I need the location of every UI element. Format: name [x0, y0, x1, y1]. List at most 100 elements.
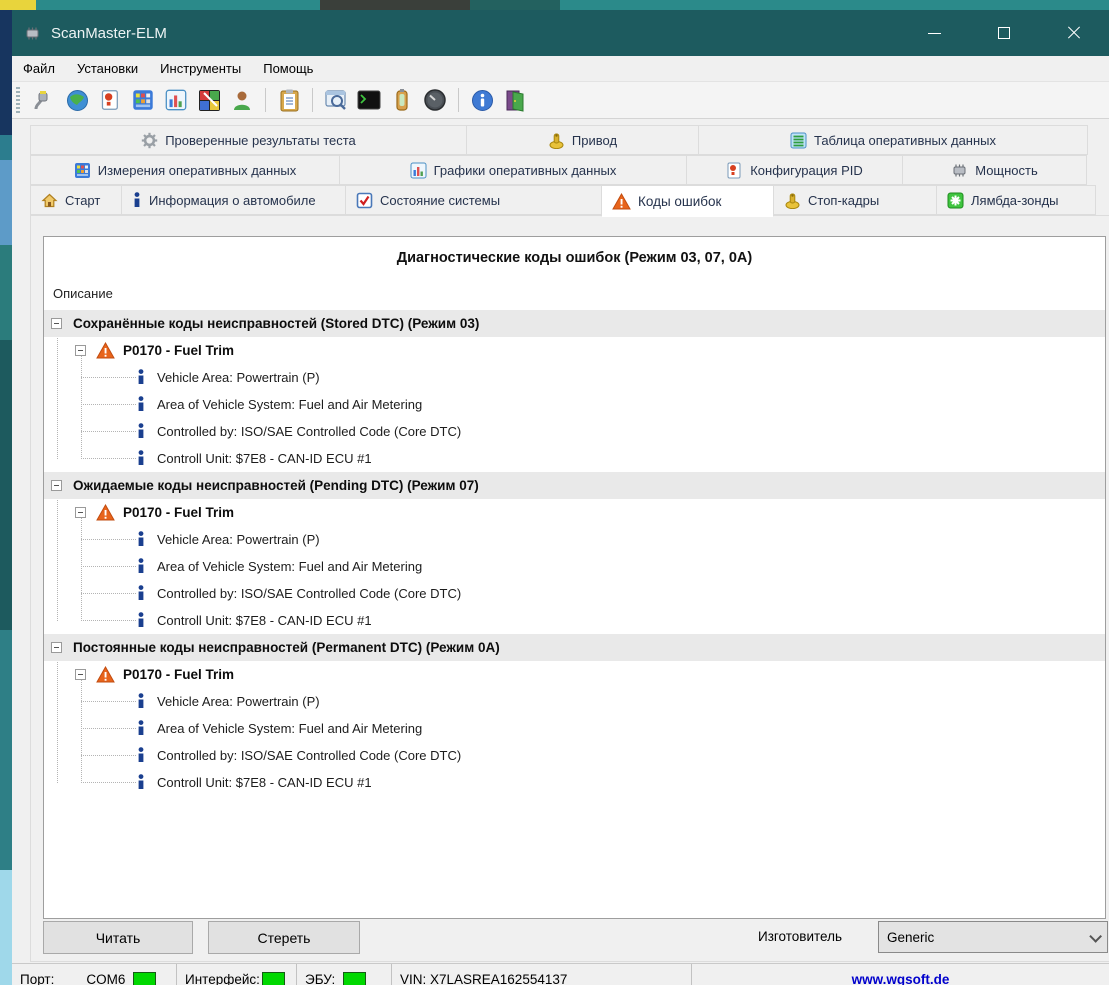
chevron-down-icon	[1089, 930, 1102, 943]
panel-title: Диагностические коды ошибок (Режим 03, 0…	[396, 250, 753, 266]
ecu-status-led	[343, 972, 367, 985]
ecu-label: ЭБУ:	[305, 971, 336, 985]
tab-start[interactable]: Старт	[30, 185, 122, 215]
menu-help[interactable]: Помощь	[252, 57, 324, 80]
toolbar-separator	[458, 88, 459, 112]
tab-live-data-measure[interactable]: Измерения оперативных данных	[30, 155, 340, 185]
tab-label: Таблица оперативных данных	[813, 132, 997, 148]
tab-label: Проверенные результаты теста	[165, 132, 356, 148]
tree-dtc-row[interactable]: P0170 - Fuel Trim	[44, 661, 1105, 688]
detail-label: Controll Unit: $7E8 - CAN-ID ECU #1	[157, 775, 372, 790]
tab-error-codes[interactable]: Коды ошибок	[601, 185, 774, 217]
tree-detail-row[interactable]: Area of Vehicle System: Fuel and Air Met…	[44, 553, 1105, 580]
connect-plug-icon[interactable]	[31, 87, 57, 113]
tree-section-header[interactable]: Постоянные коды неисправностей (Permanen…	[44, 634, 1105, 661]
clipboard-icon[interactable]	[276, 87, 302, 113]
exit-door-icon[interactable]	[502, 87, 528, 113]
tab-power[interactable]: Мощность	[902, 155, 1087, 185]
minimize-button[interactable]	[899, 10, 969, 56]
tree-detail-row[interactable]: Controlled by: ISO/SAE Controlled Code (…	[44, 580, 1105, 607]
tree-detail-row[interactable]: Area of Vehicle System: Fuel and Air Met…	[44, 715, 1105, 742]
collapse-toggle[interactable]	[51, 480, 62, 491]
chart-icon[interactable]	[163, 87, 189, 113]
collapse-toggle[interactable]	[75, 507, 86, 518]
tree-dtc-row[interactable]: P0170 - Fuel Trim	[44, 499, 1105, 526]
tree-section-header[interactable]: Сохранённые коды неисправностей (Stored …	[44, 310, 1105, 337]
detail-label: Controll Unit: $7E8 - CAN-ID ECU #1	[157, 451, 372, 466]
info-i-icon	[138, 747, 144, 762]
read-button[interactable]: Читать	[43, 921, 193, 954]
pid-file-icon	[727, 162, 741, 178]
info-i-icon	[138, 612, 144, 627]
windows-icon[interactable]	[196, 87, 222, 113]
tree-detail-row[interactable]: Area of Vehicle System: Fuel and Air Met…	[44, 391, 1105, 418]
tree-detail-row[interactable]: Controll Unit: $7E8 - CAN-ID ECU #1	[44, 769, 1105, 796]
interface-label: Интерфейс:	[185, 971, 260, 985]
tab-vehicle-info[interactable]: Информация о автомобиле	[121, 185, 346, 215]
info-i-icon	[138, 369, 144, 384]
tree-section-header[interactable]: Ожидаемые коды неисправностей (Pending D…	[44, 472, 1105, 499]
collapse-toggle[interactable]	[51, 642, 62, 653]
info-i-icon	[138, 396, 144, 411]
tree-detail-row[interactable]: Controll Unit: $7E8 - CAN-ID ECU #1	[44, 607, 1105, 634]
menu-settings[interactable]: Установки	[66, 57, 149, 80]
info-i-icon	[138, 720, 144, 735]
tree-dtc-row[interactable]: P0170 - Fuel Trim	[44, 337, 1105, 364]
lambda-icon	[947, 191, 964, 209]
info-icon[interactable]	[469, 87, 495, 113]
tree-detail-row[interactable]: Controlled by: ISO/SAE Controlled Code (…	[44, 742, 1105, 769]
dtc-section-permanent: Постоянные коды неисправностей (Permanen…	[44, 634, 1105, 796]
tab-row-2: Измерения оперативных данных Графики опе…	[30, 155, 1087, 185]
wgsoft-link[interactable]: www.wgsoft.de	[852, 972, 950, 985]
tab-lambda-sensors[interactable]: Лямбда-зонды	[936, 185, 1096, 215]
globe-icon[interactable]	[64, 87, 90, 113]
info-i-icon	[138, 423, 144, 438]
status-link: www.wgsoft.de	[692, 964, 1109, 985]
battery-icon[interactable]	[389, 87, 415, 113]
app-chip-icon	[26, 26, 39, 40]
gauge-icon[interactable]	[422, 87, 448, 113]
tree-detail-row[interactable]: Vehicle Area: Powertrain (P)	[44, 688, 1105, 715]
tab-system-status[interactable]: Состояние системы	[345, 185, 602, 215]
tab-drive[interactable]: Привод	[466, 125, 699, 155]
close-button[interactable]	[1039, 10, 1109, 56]
dtc-section-pending: Ожидаемые коды неисправностей (Pending D…	[44, 472, 1105, 634]
collapse-toggle[interactable]	[75, 345, 86, 356]
tree-detail-row[interactable]: Vehicle Area: Powertrain (P)	[44, 364, 1105, 391]
tab-pid-config[interactable]: Конфигурация PID	[686, 155, 903, 185]
detail-label: Area of Vehicle System: Fuel and Air Met…	[157, 559, 423, 574]
grid-icon	[74, 162, 90, 178]
tab-live-data-table[interactable]: Таблица оперативных данных	[698, 125, 1088, 155]
warning-icon	[96, 342, 115, 359]
piston-icon	[549, 133, 564, 149]
interface-status-led	[261, 972, 285, 985]
menu-tools[interactable]: Инструменты	[149, 57, 252, 80]
detail-label: Area of Vehicle System: Fuel and Air Met…	[157, 397, 423, 412]
manufacturer-label: Изготовитель	[758, 929, 842, 944]
desktop-edge-left	[0, 10, 12, 985]
terminal-icon[interactable]	[356, 87, 382, 113]
manufacturer-dropdown[interactable]: Generic	[878, 921, 1108, 953]
status-vin: VIN: X7LASREA162554137	[392, 964, 692, 985]
section-header-label: Постоянные коды неисправностей (Permanen…	[73, 640, 500, 655]
tab-label: Информация о автомобиле	[149, 192, 316, 208]
tab-freeze-frames[interactable]: Стоп-кадры	[773, 185, 937, 215]
tab-test-results[interactable]: Проверенные результаты теста	[30, 125, 467, 155]
erase-button[interactable]: Стереть	[208, 921, 360, 954]
measurements-grid-icon[interactable]	[130, 87, 156, 113]
tree-detail-row[interactable]: Controlled by: ISO/SAE Controlled Code (…	[44, 418, 1105, 445]
info-i-icon	[134, 191, 140, 207]
user-icon[interactable]	[229, 87, 255, 113]
collapse-toggle[interactable]	[75, 669, 86, 680]
dtc-code-label: P0170 - Fuel Trim	[123, 343, 235, 358]
piston-icon	[785, 193, 800, 209]
titlebar: ScanMaster-ELM	[12, 10, 1109, 56]
menu-file[interactable]: Файл	[12, 57, 66, 80]
settings-file-icon[interactable]	[97, 87, 123, 113]
tab-live-data-graphs[interactable]: Графики оперативных данных	[339, 155, 687, 185]
collapse-toggle[interactable]	[51, 318, 62, 329]
maximize-button[interactable]	[969, 10, 1039, 56]
search-icon[interactable]	[323, 87, 349, 113]
tree-detail-row[interactable]: Vehicle Area: Powertrain (P)	[44, 526, 1105, 553]
tree-detail-row[interactable]: Controll Unit: $7E8 - CAN-ID ECU #1	[44, 445, 1105, 472]
